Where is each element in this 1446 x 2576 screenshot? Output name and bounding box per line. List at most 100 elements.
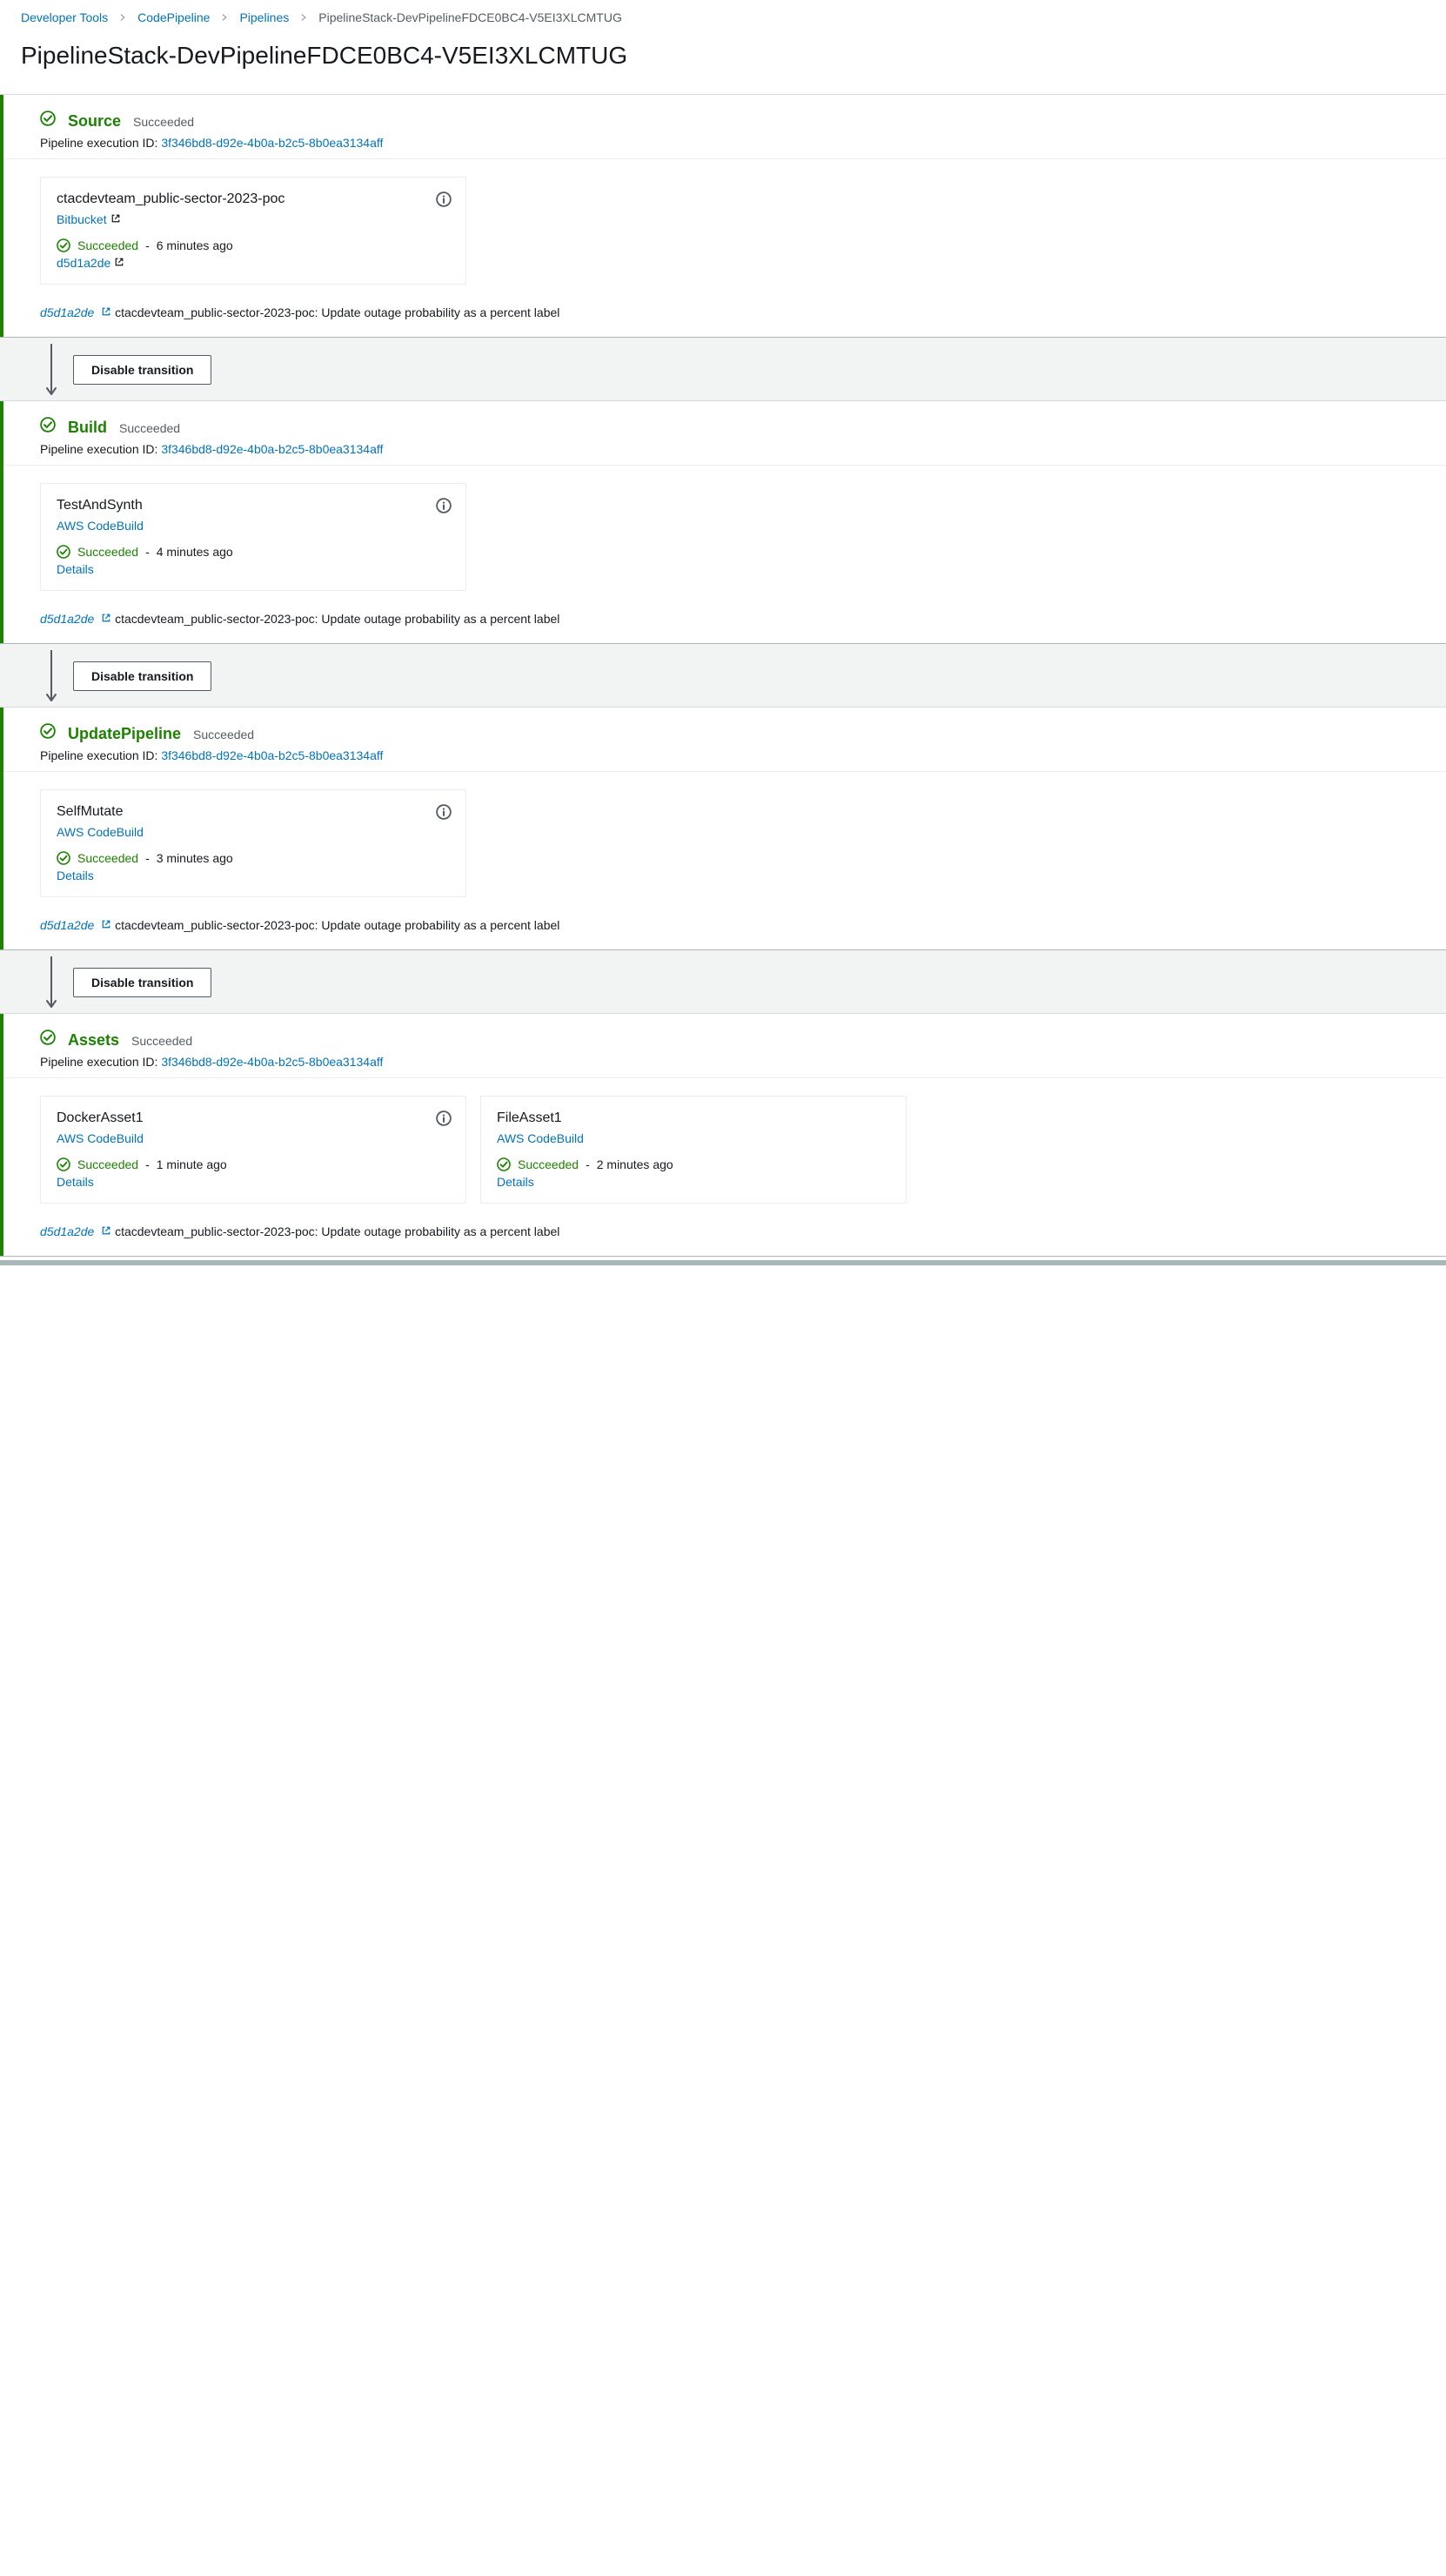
action-time: 3 minutes ago — [157, 851, 233, 865]
chevron-right-icon — [299, 13, 308, 22]
execution-id-link[interactable]: 3f346bd8-d92e-4b0a-b2c5-8b0ea3134aff — [161, 748, 383, 762]
stage-transition: Disable transition — [0, 950, 1446, 1013]
stage-title: Build — [68, 419, 107, 437]
action-provider-link[interactable]: AWS CodeBuild — [57, 519, 144, 533]
stage-transition: Disable transition — [0, 338, 1446, 400]
breadcrumb-item[interactable]: CodePipeline — [137, 10, 210, 24]
stage-title: UpdatePipeline — [68, 725, 181, 743]
action-time: 1 minute ago — [157, 1157, 227, 1171]
stage-status: Succeeded — [193, 728, 254, 741]
stage-transition: Disable transition — [0, 644, 1446, 707]
execution-id-label: Pipeline execution ID: — [40, 1055, 157, 1069]
action-provider-link[interactable]: AWS CodeBuild — [497, 1131, 584, 1145]
check-circle-icon — [57, 238, 70, 252]
page-title: PipelineStack-DevPipelineFDCE0BC4-V5EI3X… — [21, 42, 1425, 70]
execution-id-link[interactable]: 3f346bd8-d92e-4b0a-b2c5-8b0ea3134aff — [161, 136, 383, 150]
separator: - — [145, 851, 150, 865]
disable-transition-button[interactable]: Disable transition — [73, 355, 211, 385]
check-circle-icon — [57, 1157, 70, 1171]
action-name: SelfMutate — [57, 804, 450, 820]
action-name: DockerAsset1 — [57, 1110, 450, 1126]
commit-message: ctacdevteam_public-sector-2023-poc: Upda… — [115, 305, 559, 319]
action-time: 4 minutes ago — [157, 545, 233, 559]
action-time: 6 minutes ago — [157, 238, 233, 252]
breadcrumb-current: PipelineStack-DevPipelineFDCE0BC4-V5EI3X… — [318, 10, 622, 24]
action-provider-link[interactable]: Bitbucket — [57, 212, 107, 226]
arrow-down-icon — [44, 955, 59, 1010]
action-status: Succeeded — [77, 1157, 138, 1171]
info-icon[interactable] — [436, 191, 452, 207]
info-icon[interactable] — [436, 498, 452, 513]
action-status: Succeeded — [77, 851, 138, 865]
execution-id-link[interactable]: 3f346bd8-d92e-4b0a-b2c5-8b0ea3134aff — [161, 1055, 383, 1069]
arrow-down-icon — [44, 648, 59, 704]
action-details-link[interactable]: Details — [57, 1175, 94, 1189]
disable-transition-button[interactable]: Disable transition — [73, 968, 211, 997]
breadcrumb-item[interactable]: Pipelines — [239, 10, 289, 24]
action-card: ctacdevteam_public-sector-2023-poc Bitbu… — [40, 177, 466, 285]
breadcrumb: Developer Tools CodePipeline Pipelines P… — [0, 10, 1446, 24]
commit-link[interactable]: d5d1a2de — [40, 918, 94, 932]
stage-title: Assets — [68, 1031, 119, 1050]
stage-title: Source — [68, 112, 121, 131]
action-details-link[interactable]: Details — [57, 869, 94, 882]
pipeline-stage: Assets Succeeded Pipeline execution ID: … — [0, 1013, 1446, 1257]
chevron-right-icon — [118, 13, 127, 22]
commit-link[interactable]: d5d1a2de — [40, 305, 94, 319]
action-card: SelfMutate AWS CodeBuild Succeeded - 3 m… — [40, 789, 466, 897]
action-name: FileAsset1 — [497, 1110, 890, 1126]
action-status: Succeeded — [518, 1157, 579, 1171]
execution-id-label: Pipeline execution ID: — [40, 748, 157, 762]
external-link-icon — [110, 257, 124, 267]
separator: - — [586, 1157, 590, 1171]
stage-status-bar — [0, 95, 3, 337]
chevron-right-icon — [220, 13, 229, 22]
pipeline-stage: Build Succeeded Pipeline execution ID: 3… — [0, 400, 1446, 644]
action-details-link[interactable]: Details — [57, 562, 94, 576]
commit-link[interactable]: d5d1a2de — [40, 612, 94, 626]
action-details-link[interactable]: d5d1a2de — [57, 256, 110, 270]
external-link-icon — [107, 213, 121, 224]
action-card: TestAndSynth AWS CodeBuild Succeeded - 4… — [40, 483, 466, 591]
stage-status-bar — [0, 1014, 3, 1256]
disable-transition-button[interactable]: Disable transition — [73, 661, 211, 691]
stage-status: Succeeded — [131, 1034, 192, 1048]
stage-status: Succeeded — [119, 421, 180, 435]
action-name: TestAndSynth — [57, 498, 450, 513]
scrollbar-horizontal[interactable] — [0, 1260, 1446, 1265]
info-icon[interactable] — [436, 1110, 452, 1126]
action-time: 2 minutes ago — [597, 1157, 673, 1171]
check-circle-icon — [40, 111, 56, 126]
check-circle-icon — [497, 1157, 511, 1171]
commit-message: ctacdevteam_public-sector-2023-poc: Upda… — [115, 918, 559, 932]
check-circle-icon — [40, 1030, 56, 1045]
separator: - — [145, 238, 150, 252]
commit-link[interactable]: d5d1a2de — [40, 1224, 94, 1238]
action-provider-link[interactable]: AWS CodeBuild — [57, 1131, 144, 1145]
stage-status: Succeeded — [133, 115, 194, 129]
action-provider-link[interactable]: AWS CodeBuild — [57, 825, 144, 839]
pipeline-stage: Source Succeeded Pipeline execution ID: … — [0, 94, 1446, 338]
separator: - — [145, 545, 150, 559]
check-circle-icon — [57, 851, 70, 865]
pipeline-stage: UpdatePipeline Succeeded Pipeline execut… — [0, 707, 1446, 950]
execution-id-label: Pipeline execution ID: — [40, 136, 157, 150]
commit-message: ctacdevteam_public-sector-2023-poc: Upda… — [115, 612, 559, 626]
separator: - — [145, 1157, 150, 1171]
action-card: DockerAsset1 AWS CodeBuild Succeeded - 1… — [40, 1096, 466, 1204]
arrow-down-icon — [44, 342, 59, 398]
breadcrumb-item[interactable]: Developer Tools — [21, 10, 108, 24]
stage-status-bar — [0, 708, 3, 949]
check-circle-icon — [57, 545, 70, 559]
action-name: ctacdevteam_public-sector-2023-poc — [57, 191, 450, 207]
execution-id-link[interactable]: 3f346bd8-d92e-4b0a-b2c5-8b0ea3134aff — [161, 442, 383, 456]
action-card: FileAsset1 AWS CodeBuild Succeeded - 2 m… — [480, 1096, 907, 1204]
external-link-icon — [97, 613, 111, 623]
stage-status-bar — [0, 401, 3, 643]
external-link-icon — [97, 1225, 111, 1236]
external-link-icon — [97, 306, 111, 317]
action-details-link[interactable]: Details — [497, 1175, 534, 1189]
check-circle-icon — [40, 417, 56, 433]
commit-message: ctacdevteam_public-sector-2023-poc: Upda… — [115, 1224, 559, 1238]
info-icon[interactable] — [436, 804, 452, 820]
